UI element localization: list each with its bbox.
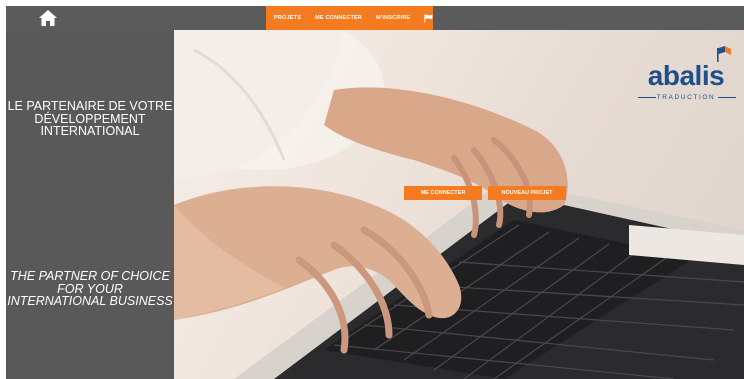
nav-item-me-connecter[interactable]: ME CONNECTER bbox=[315, 15, 362, 21]
nav-item-minscrire[interactable]: M'INSCRIRE bbox=[376, 15, 410, 21]
new-project-button[interactable]: NOUVEAU PROJET bbox=[488, 186, 566, 200]
home-icon[interactable] bbox=[38, 8, 58, 28]
sidebar: LE PARTENAIRE DE VOTRE DÉVELOPPEMENT INT… bbox=[6, 30, 174, 379]
abalis-logo: abalis TRADUCTION bbox=[632, 44, 744, 104]
logo-wordmark: abalis bbox=[647, 60, 725, 91]
page: PROJETS ME CONNECTER M'INSCRIRE LE PARTE… bbox=[0, 0, 744, 379]
nav-item-projets[interactable]: PROJETS bbox=[274, 15, 301, 21]
flag-icon[interactable] bbox=[424, 13, 433, 24]
hero-image: abalis TRADUCTION ME CONNECTER NOUVEAU P… bbox=[174, 30, 744, 379]
tagline-english: THE PARTNER OF CHOICE FOR YOUR INTERNATI… bbox=[7, 269, 173, 308]
main-nav: PROJETS ME CONNECTER M'INSCRIRE bbox=[266, 6, 433, 30]
login-button[interactable]: ME CONNECTER bbox=[404, 186, 482, 200]
logo-rule-right bbox=[718, 97, 736, 98]
tagline-french: LE PARTENAIRE DE VOTRE DÉVELOPPEMENT INT… bbox=[7, 99, 173, 138]
